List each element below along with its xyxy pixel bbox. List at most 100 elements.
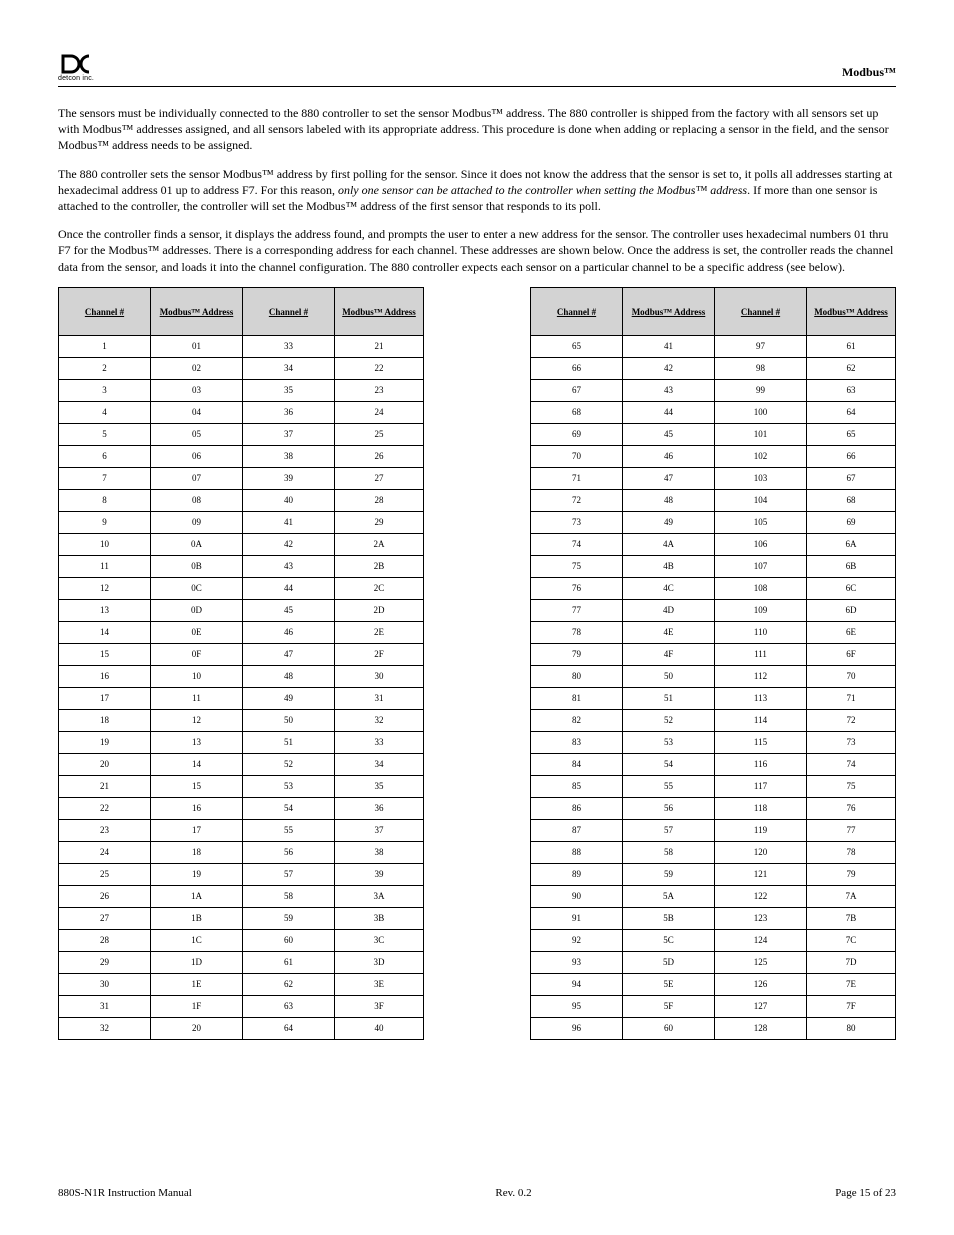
table-row: 140E462E: [59, 621, 424, 643]
table-cell: 72: [531, 489, 623, 511]
table-cell: 64: [243, 1017, 335, 1039]
table-cell: 2B: [335, 555, 424, 577]
table-cell: 56: [623, 797, 715, 819]
table-cell: 50: [243, 709, 335, 731]
table-cell: 16: [151, 797, 243, 819]
table-row: 23175537: [59, 819, 424, 841]
table-cell: 77: [531, 599, 623, 621]
table-cell: 47: [623, 467, 715, 489]
table-cell: 04: [151, 401, 243, 423]
table-row: 17114931: [59, 687, 424, 709]
table-cell: 22: [59, 797, 151, 819]
table-cell: 7C: [807, 929, 896, 951]
table-cell: 68: [531, 401, 623, 423]
table-cell: 30: [335, 665, 424, 687]
col-address-a: Modbus™ Address: [151, 287, 243, 335]
table-row: 18125032: [59, 709, 424, 731]
footer-left: 880S-N1R Instruction Manual: [58, 1187, 192, 1199]
table-cell: 108: [715, 577, 807, 599]
intro-para-2: The 880 controller sets the sensor Modbu…: [58, 166, 896, 215]
table-cell: 44: [243, 577, 335, 599]
table-cell: 78: [807, 841, 896, 863]
table-cell: 28: [335, 489, 424, 511]
table-cell: 27: [335, 467, 424, 489]
table-row: 22165436: [59, 797, 424, 819]
table-cell: 110: [715, 621, 807, 643]
table-cell: 07: [151, 467, 243, 489]
table-cell: 100: [715, 401, 807, 423]
table-cell: 127: [715, 995, 807, 1017]
page-header: detcon inc. Modbus™: [58, 54, 896, 87]
table-cell: 23: [335, 379, 424, 401]
table-cell: 2C: [335, 577, 424, 599]
table-cell: 01: [151, 335, 243, 357]
table-cell: 75: [531, 555, 623, 577]
table-cell: 56: [243, 841, 335, 863]
table-cell: 114: [715, 709, 807, 731]
table-cell: 91: [531, 907, 623, 929]
table-cell: 84: [531, 753, 623, 775]
table-row: 271B593B: [59, 907, 424, 929]
table-cell: 58: [623, 841, 715, 863]
table-cell: 45: [243, 599, 335, 621]
table-row: 684410064: [531, 401, 896, 423]
table-cell: 44: [623, 401, 715, 423]
table-cell: 101: [715, 423, 807, 445]
table-cell: 51: [243, 731, 335, 753]
table-row: 754B1076B: [531, 555, 896, 577]
table-cell: 15: [151, 775, 243, 797]
table-cell: 76: [807, 797, 896, 819]
table-cell: 4E: [623, 621, 715, 643]
table-cell: 43: [623, 379, 715, 401]
col-channel-a: Channel #: [531, 287, 623, 335]
register-table-2: Channel # Modbus™ Address Channel # Modb…: [530, 287, 896, 1040]
table-row: 966012880: [531, 1017, 896, 1039]
table-cell: 55: [243, 819, 335, 841]
table-cell: 20: [59, 753, 151, 775]
table-cell: 5B: [623, 907, 715, 929]
table-cell: 13: [59, 599, 151, 621]
table-cell: 24: [59, 841, 151, 863]
table-cell: 74: [531, 533, 623, 555]
table-cell: 105: [715, 511, 807, 533]
table-cell: 39: [335, 863, 424, 885]
table-row: 784E1106E: [531, 621, 896, 643]
table-cell: 3E: [335, 973, 424, 995]
table-row: 935D1257D: [531, 951, 896, 973]
table-row: 25195739: [59, 863, 424, 885]
table-cell: 28: [59, 929, 151, 951]
table-cell: 26: [59, 885, 151, 907]
table-cell: 36: [335, 797, 424, 819]
table-cell: 5E: [623, 973, 715, 995]
table-cell: 116: [715, 753, 807, 775]
table-cell: 27: [59, 907, 151, 929]
table-cell: 52: [623, 709, 715, 731]
table-cell: 23: [59, 819, 151, 841]
table-cell: 99: [715, 379, 807, 401]
table-cell: 77: [807, 819, 896, 841]
table-row: 20145234: [59, 753, 424, 775]
table-cell: 54: [243, 797, 335, 819]
table-cell: 1A: [151, 885, 243, 907]
table-cell: 78: [531, 621, 623, 643]
table-cell: 38: [335, 841, 424, 863]
table-row: 764C1086C: [531, 577, 896, 599]
table-cell: 62: [807, 357, 896, 379]
table-cell: 7B: [807, 907, 896, 929]
table-row: 16104830: [59, 665, 424, 687]
table-cell: 3F: [335, 995, 424, 1017]
table-cell: 33: [243, 335, 335, 357]
table-cell: 107: [715, 555, 807, 577]
footer-right: Page 15 of 23: [835, 1187, 896, 1199]
table-cell: 34: [335, 753, 424, 775]
table-cell: 7A: [807, 885, 896, 907]
table-cell: 7E: [807, 973, 896, 995]
col-address-b: Modbus™ Address: [807, 287, 896, 335]
table-cell: 40: [335, 1017, 424, 1039]
table-cell: 4: [59, 401, 151, 423]
table-cell: 02: [151, 357, 243, 379]
table-cell: 31: [59, 995, 151, 1017]
table-cell: 76: [531, 577, 623, 599]
table-cell: 81: [531, 687, 623, 709]
table-row: 704610266: [531, 445, 896, 467]
